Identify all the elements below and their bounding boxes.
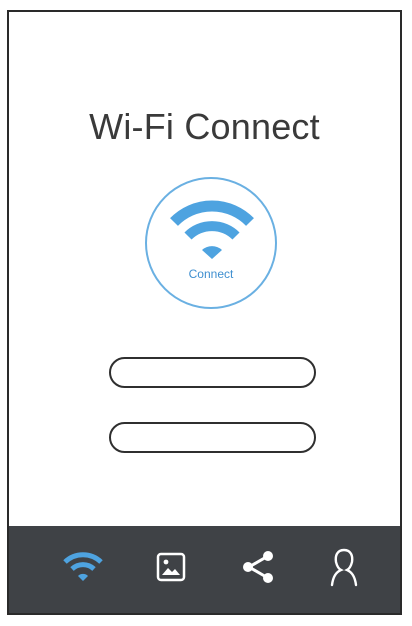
network-name-field[interactable] xyxy=(109,357,316,388)
password-field[interactable] xyxy=(109,422,316,453)
tab-profile[interactable] xyxy=(314,526,374,613)
connect-button[interactable]: Connect xyxy=(145,177,277,309)
page-title: Wi-Fi Connect xyxy=(89,106,320,147)
bottom-tab-bar xyxy=(9,526,400,613)
wifi-icon xyxy=(62,551,104,588)
image-icon xyxy=(156,552,186,587)
tab-share[interactable] xyxy=(228,526,288,613)
wifi-icon xyxy=(169,197,255,268)
connect-button-label: Connect xyxy=(188,267,234,281)
profile-icon xyxy=(329,547,359,592)
app-window: Wi-Fi Connect Connect xyxy=(7,10,402,615)
tab-wifi[interactable] xyxy=(53,526,113,613)
share-icon xyxy=(241,549,275,590)
tab-gallery[interactable] xyxy=(141,526,201,613)
